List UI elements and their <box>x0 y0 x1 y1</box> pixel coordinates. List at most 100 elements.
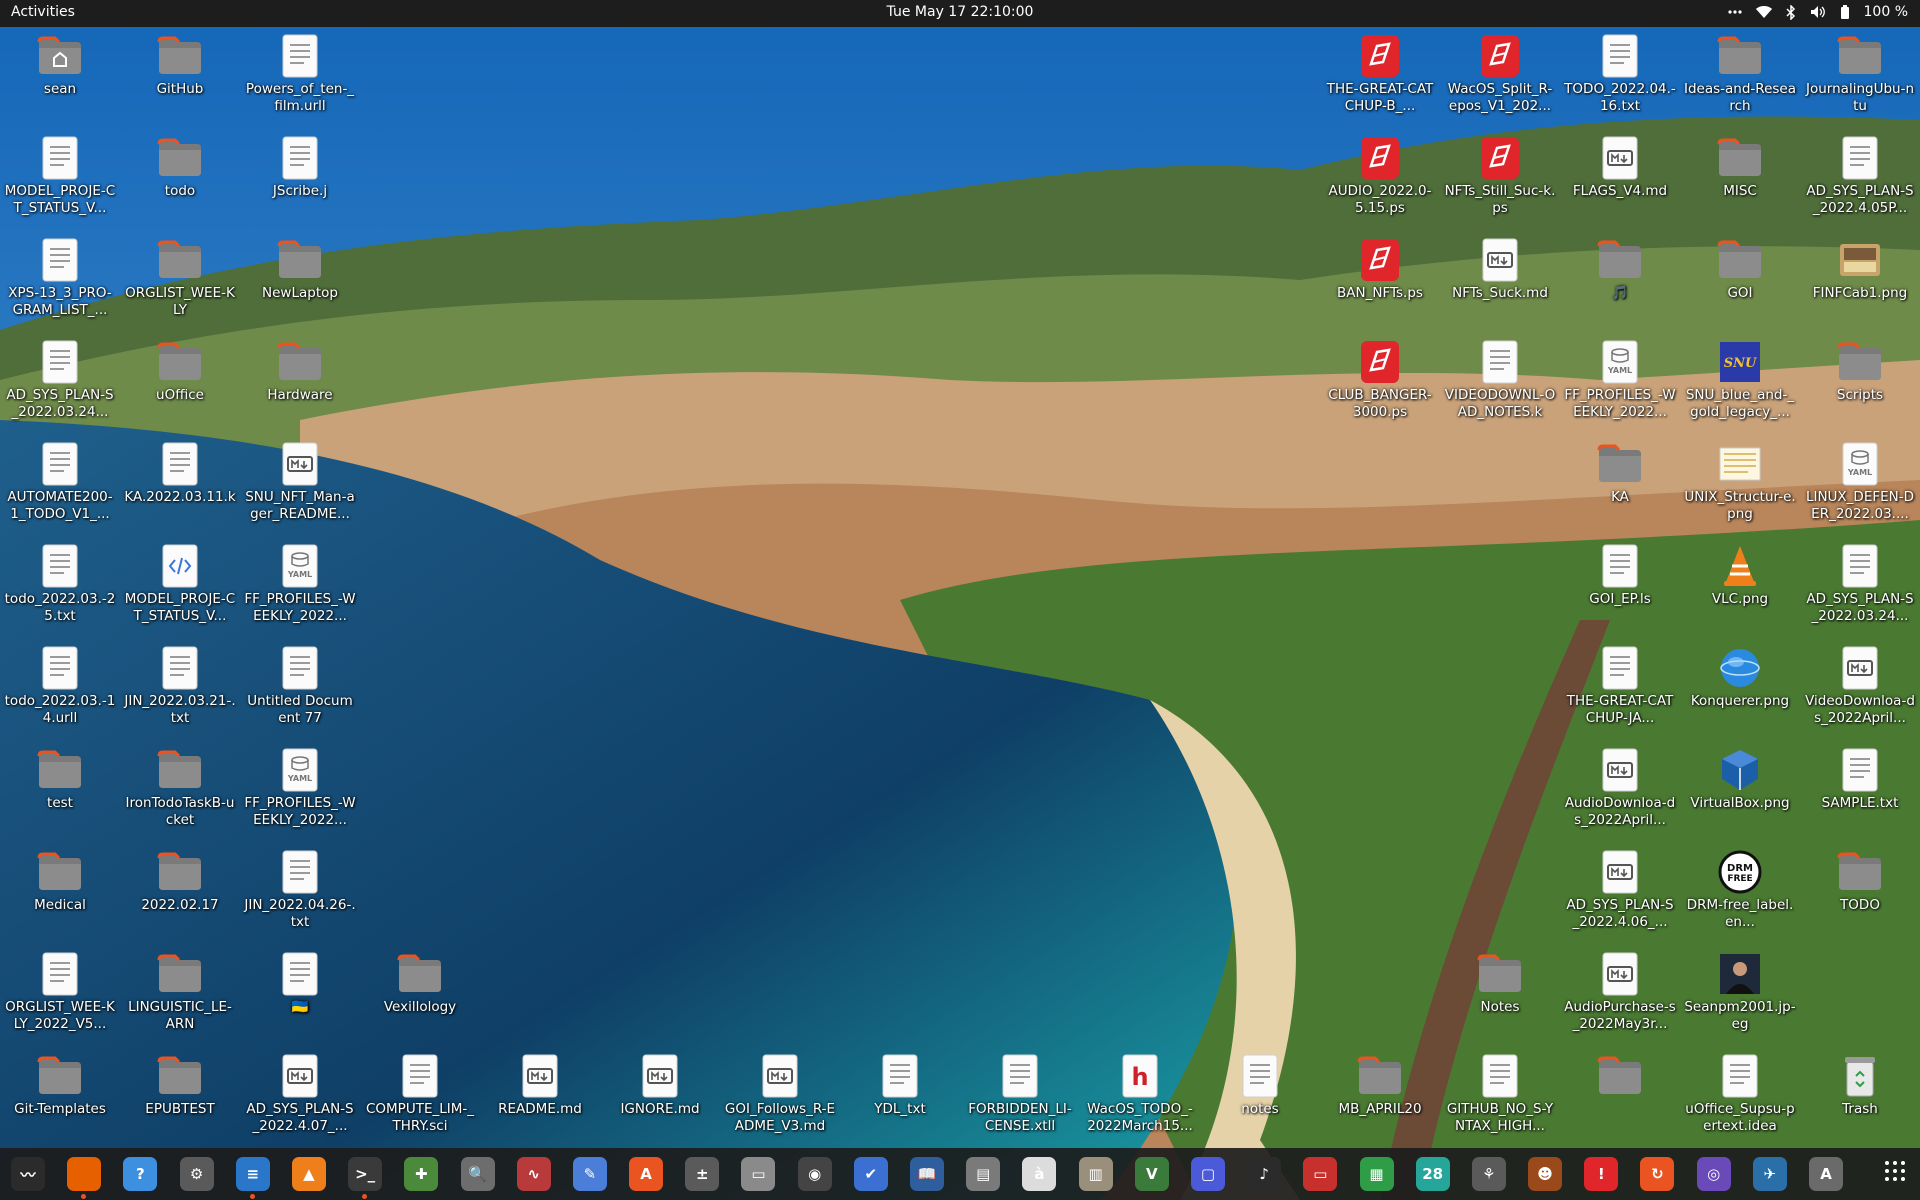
desktop-icon[interactable]: YDL_txt <box>844 1047 956 1147</box>
desktop-icon[interactable]: uOffice_Supsu-pertext.idea <box>1684 1047 1796 1147</box>
desktop-icon[interactable]: Hardware <box>244 333 356 433</box>
desktop-icon[interactable]: Git-Templates <box>4 1047 116 1147</box>
dock-tweaks[interactable]: ⚘ <box>1467 1152 1511 1196</box>
desktop-icon[interactable]: 2022.02.17 <box>124 843 236 943</box>
desktop-icon[interactable]: AUTOMATE200-1_TODO_V1_... <box>4 435 116 535</box>
desktop-icon[interactable]: BAN_NFTs.ps <box>1324 231 1436 331</box>
desktop-icon[interactable]: XPS-13_3_PRO-GRAM_LIST_... <box>4 231 116 331</box>
desktop-icon[interactable]: VideoDownloa-ds_2022April... <box>1804 639 1916 739</box>
desktop-icon[interactable]: Konquerer.png <box>1684 639 1796 739</box>
desktop-icon[interactable]: FLAGS_V4.md <box>1564 129 1676 229</box>
desktop-icon[interactable]: MODEL_PROJE-CT_STATUS_V... <box>4 129 116 229</box>
more-icon[interactable] <box>1727 5 1742 19</box>
desktop-icon[interactable]: uOffice <box>124 333 236 433</box>
desktop-icon[interactable]: VLC.png <box>1684 537 1796 637</box>
desktop-icon[interactable]: YAML LINUX_DEFEN-DER_2022.03.... <box>1804 435 1916 535</box>
desktop-icon[interactable]: KA <box>1564 435 1676 535</box>
bluetooth-icon[interactable] <box>1785 4 1796 20</box>
dock-libreoffice-writer[interactable]: ≡ <box>231 1152 275 1199</box>
desktop-icon[interactable]: MB_APRIL20 <box>1324 1047 1436 1147</box>
desktop-icon[interactable]: Scripts <box>1804 333 1916 433</box>
desktop-icon[interactable]: YAML FF_PROFILES_-WEEKLY_2022... <box>244 537 356 637</box>
dock-music[interactable]: ♪ <box>1242 1152 1286 1196</box>
desktop-icon[interactable]: FORBIDDEN_LI-CENSE.xtll <box>964 1047 1076 1147</box>
desktop-icon[interactable]: 🎵 <box>1564 231 1676 331</box>
battery-icon[interactable] <box>1840 4 1850 20</box>
desktop-icon[interactable]: MISC <box>1684 129 1796 229</box>
desktop-icon[interactable]: IronTodoTaskB-ucket <box>124 741 236 841</box>
dock-camera[interactable]: ◎ <box>1692 1152 1736 1196</box>
desktop-icon[interactable]: JIN_2022.03.21-.txt <box>124 639 236 739</box>
dock-document-scanner[interactable]: ▤ <box>961 1152 1005 1196</box>
desktop-icon[interactable]: VirtualBox.png <box>1684 741 1796 841</box>
desktop-icon[interactable]: COMPUTE_LIM-_THRY.sci <box>364 1047 476 1147</box>
dock-character-map[interactable]: à <box>1017 1152 1061 1196</box>
dock-system-monitor[interactable]: 〰 <box>6 1152 50 1196</box>
dock-system-monitor-2[interactable]: ∿ <box>512 1152 556 1196</box>
desktop-icon[interactable]: GitHub <box>124 27 236 127</box>
desktop-icon[interactable]: notes <box>1204 1047 1316 1147</box>
dock-book-reader[interactable]: 📖 <box>905 1152 949 1196</box>
desktop-icon[interactable]: JIN_2022.04.26-.txt <box>244 843 356 943</box>
desktop-icon[interactable]: AUDIO_2022.0-5.15.ps <box>1324 129 1436 229</box>
dock-calculator[interactable]: ± <box>680 1152 724 1196</box>
desktop-icon[interactable]: Seanpm2001.jp-eg <box>1684 945 1796 1045</box>
desktop-icon[interactable]: IGNORE.md <box>604 1047 716 1147</box>
dock-vim[interactable]: V <box>1130 1152 1174 1196</box>
desktop-icon[interactable]: CLUB_BANGER-3000.ps <box>1324 333 1436 433</box>
desktop-icon[interactable]: GOI <box>1684 231 1796 331</box>
clock[interactable]: Tue May 17 22:10:00 <box>887 4 1034 20</box>
desktop-icon[interactable]: todo <box>124 129 236 229</box>
wifi-icon[interactable] <box>1755 5 1772 19</box>
desktop-icon[interactable]: GOI_EP.ls <box>1564 537 1676 637</box>
desktop-icon[interactable]: test <box>4 741 116 841</box>
dock-updater[interactable]: A <box>1804 1152 1848 1196</box>
desktop-icon[interactable]: Trash <box>1804 1047 1916 1147</box>
desktop-icon[interactable]: GITHUB_NO_S-YNTAX_HIGH... <box>1444 1047 1556 1147</box>
dock-screen-share[interactable]: ▢ <box>1186 1152 1230 1196</box>
activities-button[interactable]: Activities <box>11 4 75 20</box>
desktop-icon[interactable]: JScribe.j <box>244 129 356 229</box>
desktop-icon[interactable] <box>1564 1047 1676 1147</box>
dock-pdf-viewer[interactable]: ▭ <box>1298 1152 1342 1196</box>
dock-retro-game[interactable]: ☻ <box>1523 1152 1567 1196</box>
desktop-icon[interactable]: h WacOS_TODO_-2022March15... <box>1084 1047 1196 1147</box>
dock-archive-manager[interactable]: ▥ <box>1074 1152 1118 1196</box>
desktop-icon[interactable]: GOI_Follows_R-EADME_V3.md <box>724 1047 836 1147</box>
desktop-icon[interactable]: Untitled Document 77 <box>244 639 356 739</box>
dock-backup[interactable]: ↻ <box>1635 1152 1679 1196</box>
desktop-icon[interactable]: AD_SYS_PLAN-S_2022.4.06_... <box>1564 843 1676 943</box>
desktop-icon[interactable]: NewLaptop <box>244 231 356 331</box>
battery-percent[interactable]: 100 % <box>1864 4 1908 20</box>
desktop-icon[interactable]: DRM FREE DRM-free_label.en... <box>1684 843 1796 943</box>
desktop-icon[interactable]: ORGLIST_WEE-KLY_2022_V5... <box>4 945 116 1045</box>
dock-spreadsheet[interactable]: ▦ <box>1355 1152 1399 1196</box>
desktop-icon[interactable]: AD_SYS_PLAN-S_2022.03.24... <box>1804 537 1916 637</box>
desktop-icon[interactable]: TODO <box>1804 843 1916 943</box>
desktop-icon[interactable]: sean <box>4 27 116 127</box>
desktop-icon[interactable]: TODO_2022.04.-16.txt <box>1564 27 1676 127</box>
desktop-icon[interactable]: EPUBTEST <box>124 1047 236 1147</box>
desktop-icon[interactable]: AD_SYS_PLAN-S_2022.4.05P... <box>1804 129 1916 229</box>
desktop-icon[interactable]: Medical <box>4 843 116 943</box>
desktop-icon[interactable]: Vexillology <box>364 945 476 1045</box>
desktop-icon[interactable]: 🇺🇦 <box>244 945 356 1045</box>
dock-calendar[interactable]: 28 <box>1411 1152 1455 1196</box>
system-tray[interactable]: 100 % <box>1727 4 1908 20</box>
desktop-icon[interactable]: UNIX_Structur-e.png <box>1684 435 1796 535</box>
desktop-icon[interactable]: WacOS_Split_R-epos_V1_202... <box>1444 27 1556 127</box>
desktop-icon[interactable]: KA.2022.03.11.k <box>124 435 236 535</box>
desktop-icon[interactable]: NFTs_Still_Suc-k.ps <box>1444 129 1556 229</box>
desktop-icon[interactable]: todo_2022.03.-14.urll <box>4 639 116 739</box>
desktop-icon[interactable]: MODEL_PROJE-CT_STATUS_V... <box>124 537 236 637</box>
desktop-icon[interactable]: AD_SYS_PLAN-S_2022.03.24... <box>4 333 116 433</box>
dock-vlc[interactable]: ▲ <box>287 1152 331 1196</box>
dock-help[interactable]: ? <box>118 1152 162 1196</box>
desktop-icon[interactable]: README.md <box>484 1047 596 1147</box>
dock-alert-app[interactable]: ! <box>1579 1152 1623 1196</box>
desktop-icon[interactable]: YAML FF_PROFILES_-WEEKLY_2022... <box>1564 333 1676 433</box>
desktop-icon[interactable]: ORGLIST_WEE-KLY <box>124 231 236 331</box>
desktop-icon[interactable]: LINGUISTIC_LE-ARN <box>124 945 236 1045</box>
desktop-icon[interactable]: VIDEODOWNL-OAD_NOTES.k <box>1444 333 1556 433</box>
desktop-icon[interactable]: FINFCab1.png <box>1804 231 1916 331</box>
